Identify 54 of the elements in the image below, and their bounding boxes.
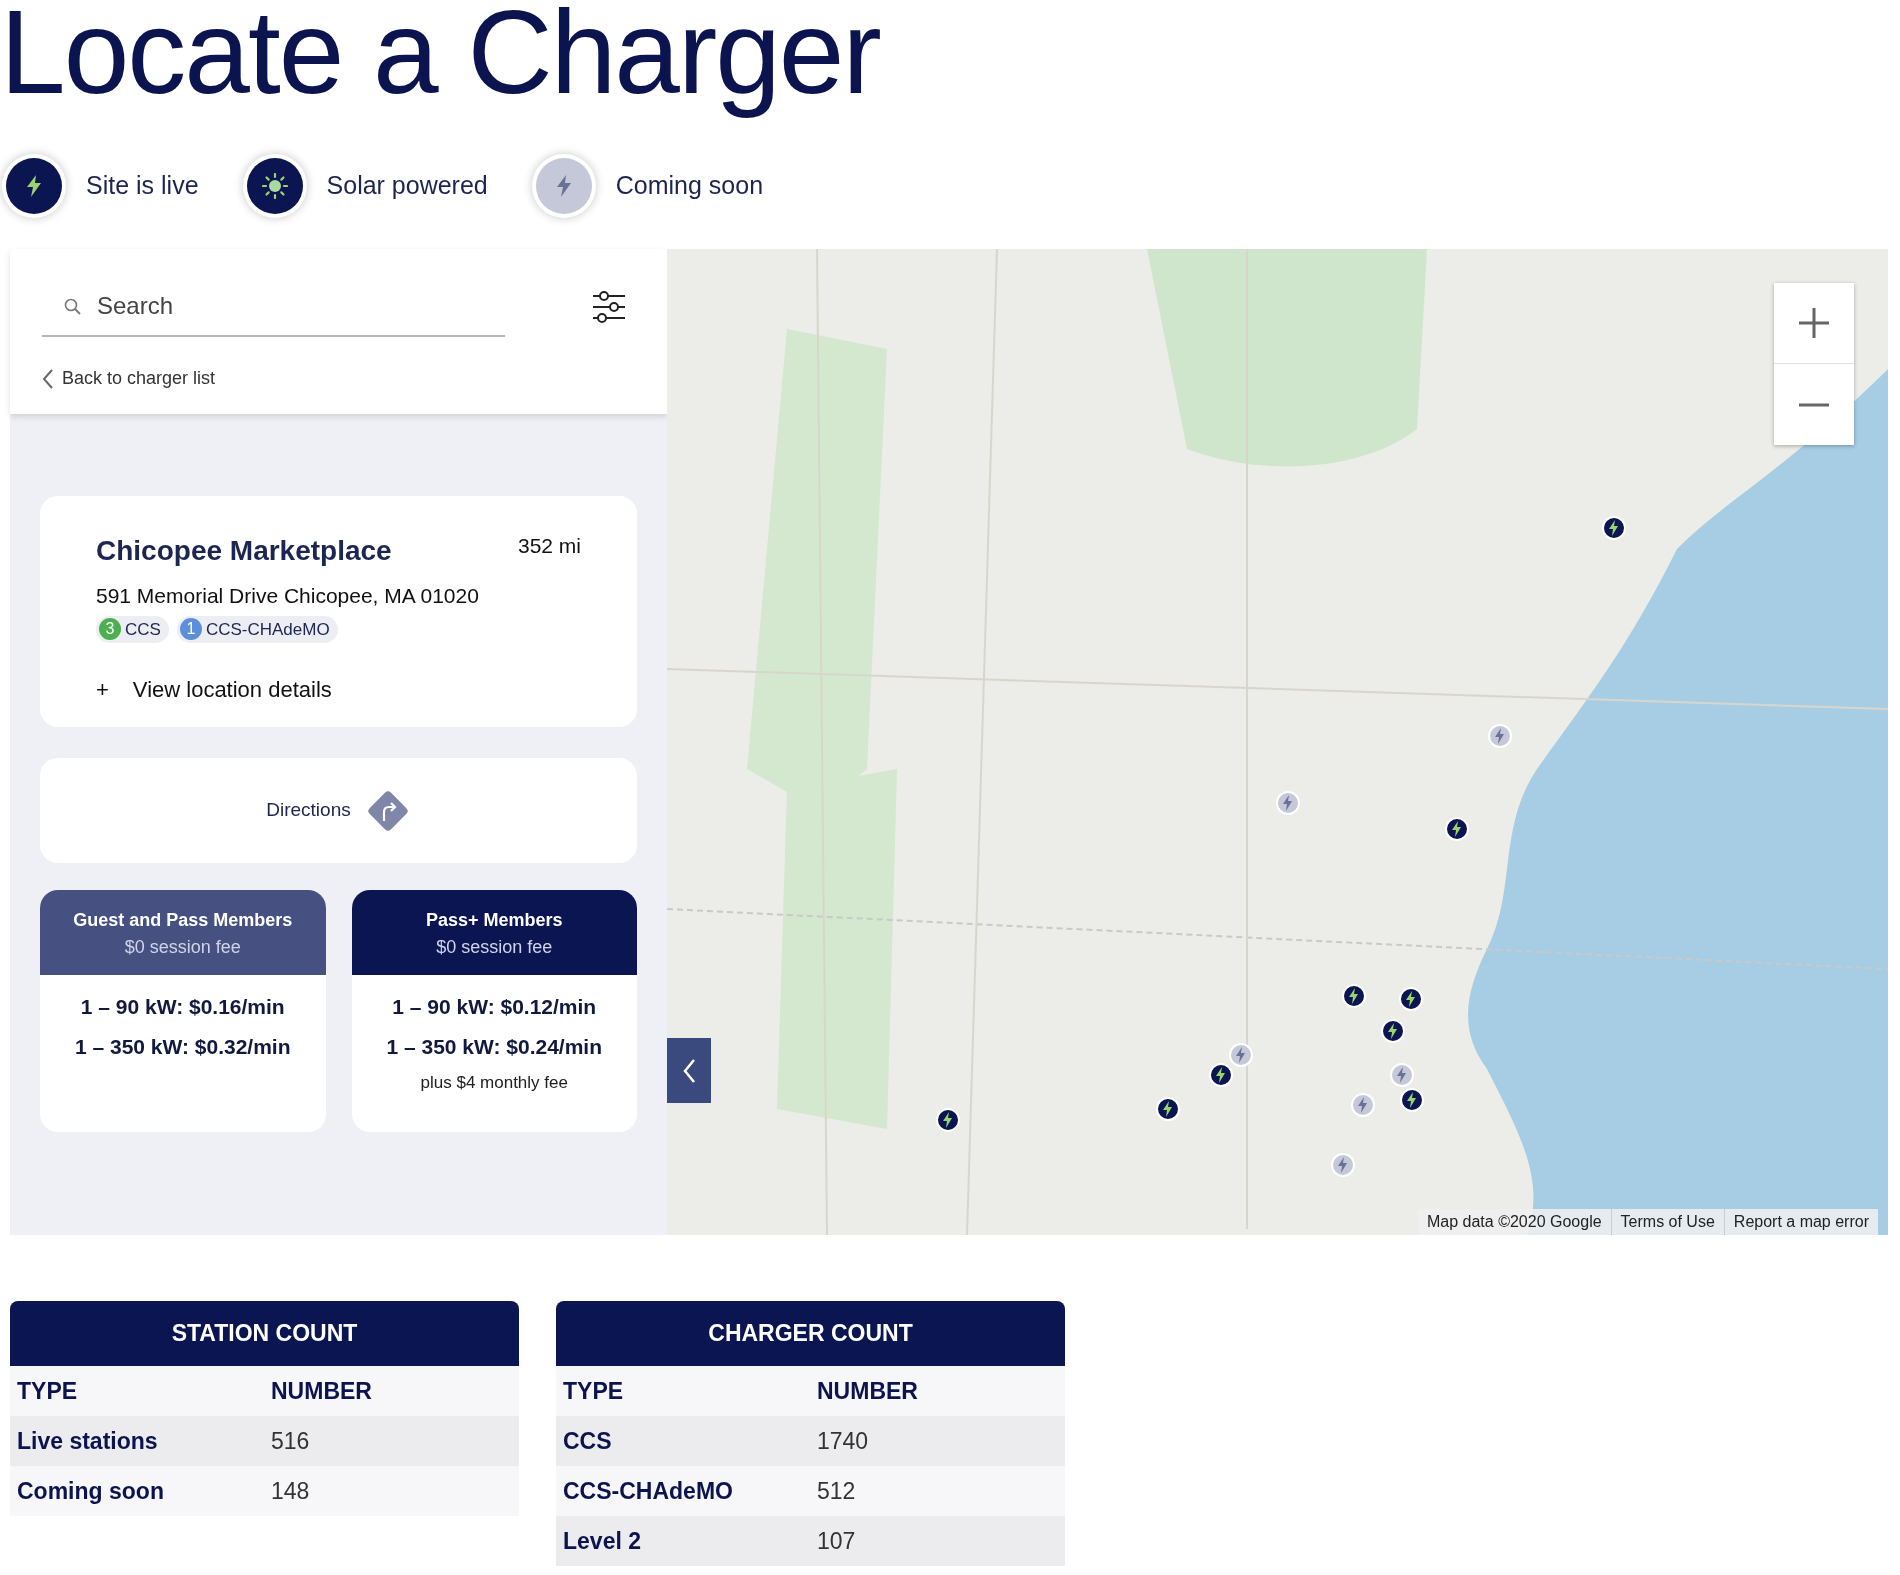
table-cell-text: 1740 [817, 1426, 869, 1456]
chevron-left-icon [681, 1057, 697, 1084]
distance-label: 352 mi [517, 533, 581, 559]
plan-title: Guest and Pass Members [72, 909, 294, 932]
chevron-left-icon [42, 368, 54, 389]
table-cell-text: Coming soon [17, 1476, 165, 1506]
table-cell-text: Level 2 [563, 1526, 642, 1556]
legend-label: Coming soon [615, 170, 764, 202]
legend-label: Site is live [86, 170, 199, 202]
search-icon [64, 297, 81, 315]
map-attribution: Map data ©2020 Google [1426, 1212, 1603, 1232]
session-fee: $0 session fee [435, 936, 554, 959]
column-header: TYPE [563, 1376, 625, 1406]
monthly-fee-note: plus $4 monthly fee [419, 1072, 569, 1094]
page-title: Locate a Charger [0, 0, 881, 120]
plan-title: Pass+ Members [424, 909, 564, 932]
address-text: 591 Memorial Drive Chicopee, MA 01020 [96, 583, 480, 609]
back-link[interactable]: Back to charger list [42, 365, 216, 392]
table-cell-text: CCS-CHAdeMO [563, 1476, 734, 1506]
sun-badge-icon [246, 158, 303, 214]
table-title: CHARGER COUNT [556, 1301, 1065, 1366]
map-footer-link[interactable]: Terms of Use [1610, 1209, 1724, 1235]
sliders-icon [591, 290, 627, 324]
lightning-badge-icon [535, 158, 592, 214]
rate-text: 1 – 350 kW: $0.24/min [385, 1033, 604, 1060]
connector-count: 3 [99, 618, 121, 641]
table-cell-text: 516 [271, 1426, 310, 1456]
table-cell-text: 107 [817, 1526, 856, 1556]
table-cell-text: Live stations [17, 1426, 159, 1456]
collapse-panel-button[interactable] [667, 1038, 711, 1103]
map-footer-link[interactable]: Report a map error [1723, 1209, 1878, 1235]
connector-label: CCS [125, 618, 161, 641]
connector-count: 1 [179, 618, 202, 641]
column-header: TYPE [17, 1376, 79, 1406]
expand-toggle[interactable]: + [96, 673, 109, 706]
table-cell-text: 512 [817, 1476, 856, 1506]
session-fee: $0 session fee [123, 936, 242, 959]
rate-text: 1 – 90 kW: $0.16/min [79, 994, 286, 1020]
lightning-badge-icon [6, 158, 62, 214]
column-header: NUMBER [271, 1376, 372, 1406]
connector-label: CCS-CHAdeMO [205, 618, 330, 641]
details-link[interactable]: View location details [132, 673, 332, 706]
table-cell-text: CCS [563, 1426, 613, 1456]
directions-button[interactable]: Directions [40, 758, 637, 863]
column-header: NUMBER [817, 1376, 918, 1406]
table-title: STATION COUNT [10, 1301, 519, 1366]
search-field[interactable]: Search [95, 287, 475, 325]
plus-icon [1796, 305, 1832, 341]
rate-text: 1 – 350 kW: $0.32/min [73, 1033, 292, 1060]
location-name: Chicopee Marketplace [96, 534, 392, 568]
filter-button[interactable] [591, 290, 627, 324]
legend-label: Solar powered [326, 170, 488, 202]
rate-text: 1 – 90 kW: $0.12/min [391, 994, 598, 1020]
table-cell-text: 148 [271, 1476, 310, 1506]
